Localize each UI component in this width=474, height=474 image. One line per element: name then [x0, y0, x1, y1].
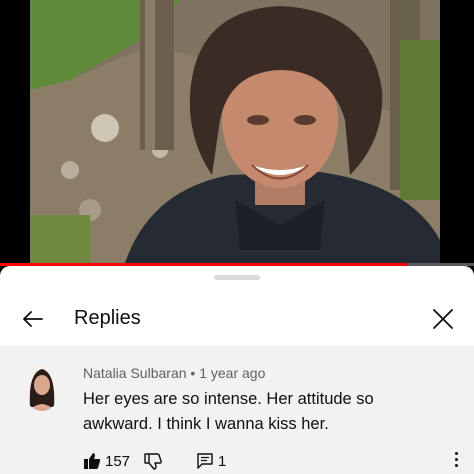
video-player[interactable]	[0, 0, 474, 266]
reply-icon	[197, 453, 213, 469]
video-still-image	[30, 0, 440, 263]
like-button[interactable]: 157	[83, 452, 130, 470]
avatar[interactable]	[23, 363, 61, 411]
comment-meta: Natalia Sulbaran • 1 year ago	[83, 365, 265, 381]
close-icon	[433, 309, 453, 329]
dislike-button[interactable]	[144, 452, 162, 470]
video-frame[interactable]	[30, 0, 440, 263]
arrow-left-icon	[23, 311, 43, 327]
comment-author[interactable]: Natalia Sulbaran	[83, 365, 187, 381]
replies-panel: Replies Natalia Sulbaran • 1 year ago He…	[0, 266, 474, 474]
comment-text: Her eyes are so intense. Her attitude so…	[83, 390, 374, 433]
more-options-button[interactable]	[448, 447, 464, 471]
reply-button[interactable]: 1	[196, 452, 226, 470]
comment-actions: 157 1	[83, 450, 226, 472]
like-count: 157	[105, 452, 131, 470]
back-button[interactable]	[18, 304, 48, 334]
avatar-image	[23, 363, 61, 411]
replies-header: Replies	[0, 288, 474, 346]
more-vertical-icon	[454, 451, 458, 467]
page-title: Replies	[74, 307, 141, 329]
thumbs-up-icon	[84, 453, 101, 469]
reply-count: 1	[218, 452, 227, 470]
comment-item: Natalia Sulbaran • 1 year ago Her eyes a…	[0, 347, 474, 474]
drag-handle[interactable]	[214, 275, 260, 280]
meta-separator: •	[190, 365, 196, 381]
thumbs-down-icon	[144, 453, 162, 470]
comment-time: 1 year ago	[199, 365, 266, 381]
close-button[interactable]	[428, 304, 458, 334]
